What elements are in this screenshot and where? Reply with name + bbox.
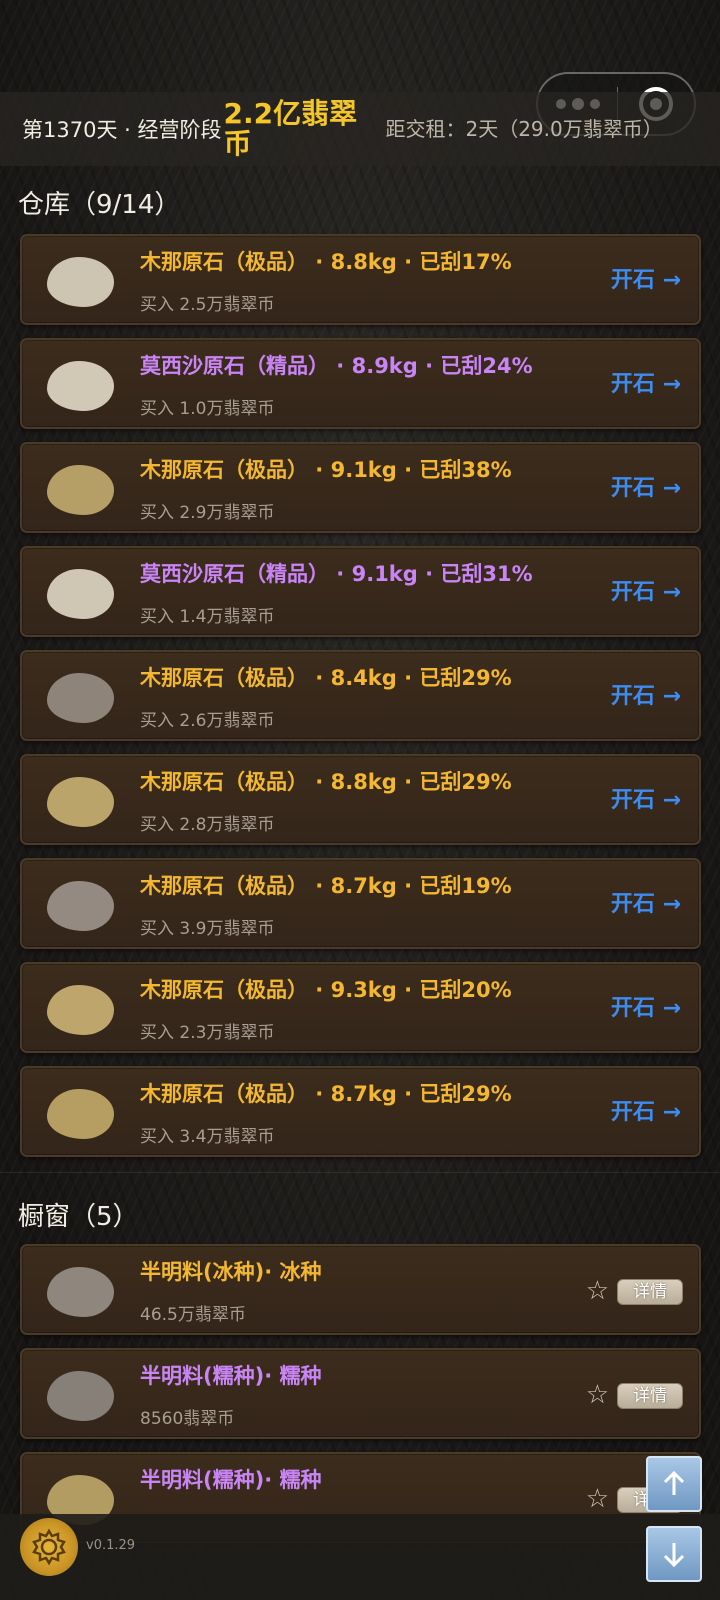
rent-due-label: 距交租：2天（29.0万翡翠币） bbox=[385, 117, 663, 141]
item-price: 买入 3.4万翡翠币 bbox=[140, 1127, 275, 1147]
version-label: v0.1.29 bbox=[86, 1538, 136, 1553]
bottom-bar bbox=[0, 1514, 720, 1600]
arrow-up-icon bbox=[663, 1470, 685, 1495]
item-title: 木那原石（极品） · 8.8kg · 已刮17% bbox=[140, 250, 512, 274]
showcase-title: 橱窗（5） bbox=[18, 1202, 139, 1232]
item-price: 买入 2.3万翡翠币 bbox=[140, 1023, 275, 1043]
stone-icon bbox=[47, 985, 114, 1035]
item-price: 买入 3.9万翡翠币 bbox=[140, 919, 275, 939]
item-title: 木那原石（极品） · 8.7kg · 已刮29% bbox=[140, 1082, 512, 1106]
item-price: 46.5万翡翠币 bbox=[140, 1305, 246, 1325]
warehouse-item-card[interactable]: 木那原石（极品） · 8.8kg · 已刮17% 买入 2.5万翡翠币 开石 → bbox=[20, 234, 701, 325]
stone-icon bbox=[47, 1371, 114, 1421]
star-icon[interactable]: ☆ bbox=[586, 1380, 609, 1410]
stone-icon bbox=[47, 673, 114, 723]
item-price: 8560翡翠币 bbox=[140, 1409, 235, 1429]
stone-icon bbox=[47, 465, 114, 515]
open-stone-button[interactable]: 开石 → bbox=[611, 574, 681, 606]
warehouse-title: 仓库（9/14） bbox=[18, 190, 181, 220]
open-stone-button[interactable]: 开石 → bbox=[611, 990, 681, 1022]
scroll-up-button[interactable] bbox=[646, 1456, 702, 1512]
showcase-item-card[interactable]: 半明料(糯种)· 糯种 8560翡翠币 ☆ 详情 bbox=[20, 1348, 701, 1439]
open-stone-button[interactable]: 开石 → bbox=[611, 782, 681, 814]
item-title: 莫西沙原石（精品） · 9.1kg · 已刮31% bbox=[140, 562, 533, 586]
item-title: 木那原石（极品） · 8.7kg · 已刮19% bbox=[140, 874, 512, 898]
section-divider bbox=[0, 1172, 720, 1173]
item-title: 木那原石（极品） · 9.3kg · 已刮20% bbox=[140, 978, 512, 1002]
warehouse-item-card[interactable]: 木那原石（极品） · 8.8kg · 已刮29% 买入 2.8万翡翠币 开石 → bbox=[20, 754, 701, 845]
item-title: 木那原石（极品） · 8.8kg · 已刮29% bbox=[140, 770, 512, 794]
item-title: 半明料(冰种)· 冰种 bbox=[140, 1260, 322, 1284]
stone-icon bbox=[47, 1089, 114, 1139]
item-title: 木那原石（极品） · 9.1kg · 已刮38% bbox=[140, 458, 512, 482]
day-stage-label: 第1370天 · 经营阶段 bbox=[22, 118, 222, 142]
open-stone-button[interactable]: 开石 → bbox=[611, 886, 681, 918]
item-price: 买入 2.9万翡翠币 bbox=[140, 503, 275, 523]
scroll-down-button[interactable] bbox=[646, 1526, 702, 1582]
open-stone-button[interactable]: 开石 → bbox=[611, 1094, 681, 1126]
open-stone-button[interactable]: 开石 → bbox=[611, 470, 681, 502]
item-title: 莫西沙原石（精品） · 8.9kg · 已刮24% bbox=[140, 354, 533, 378]
detail-button[interactable]: 详情 bbox=[617, 1279, 683, 1305]
money-balance: 2.2亿翡翠币 bbox=[223, 97, 358, 160]
detail-button[interactable]: 详情 bbox=[617, 1383, 683, 1409]
stone-icon bbox=[47, 881, 114, 931]
item-price: 买入 1.4万翡翠币 bbox=[140, 607, 275, 627]
warehouse-item-card[interactable]: 木那原石（极品） · 9.1kg · 已刮38% 买入 2.9万翡翠币 开石 → bbox=[20, 442, 701, 533]
warehouse-item-card[interactable]: 木那原石（极品） · 8.4kg · 已刮29% 买入 2.6万翡翠币 开石 → bbox=[20, 650, 701, 741]
showcase-item-card[interactable]: 半明料(冰种)· 冰种 46.5万翡翠币 ☆ 详情 bbox=[20, 1244, 701, 1335]
item-price: 买入 1.0万翡翠币 bbox=[140, 399, 275, 419]
star-icon[interactable]: ☆ bbox=[586, 1276, 609, 1306]
item-title: 木那原石（极品） · 8.4kg · 已刮29% bbox=[140, 666, 512, 690]
item-price: 买入 2.8万翡翠币 bbox=[140, 815, 275, 835]
open-stone-button[interactable]: 开石 → bbox=[611, 262, 681, 294]
star-icon[interactable]: ☆ bbox=[586, 1484, 609, 1514]
stone-icon bbox=[47, 361, 114, 411]
status-bar: 第1370天 · 经营阶段 2.2亿翡翠币 距交租：2天（29.0万翡翠币） bbox=[0, 92, 720, 166]
warehouse-item-card[interactable]: 木那原石（极品） · 8.7kg · 已刮29% 买入 3.4万翡翠币 开石 → bbox=[20, 1066, 701, 1157]
stone-icon bbox=[47, 777, 114, 827]
gear-icon[interactable] bbox=[20, 1518, 78, 1576]
item-title: 半明料(糯种)· 糯种 bbox=[140, 1468, 322, 1492]
arrow-down-icon bbox=[663, 1543, 685, 1568]
warehouse-item-card[interactable]: 莫西沙原石（精品） · 9.1kg · 已刮31% 买入 1.4万翡翠币 开石 → bbox=[20, 546, 701, 637]
item-price: 买入 2.6万翡翠币 bbox=[140, 711, 275, 731]
item-title: 半明料(糯种)· 糯种 bbox=[140, 1364, 322, 1388]
warehouse-item-card[interactable]: 木那原石（极品） · 9.3kg · 已刮20% 买入 2.3万翡翠币 开石 → bbox=[20, 962, 701, 1053]
stone-icon bbox=[47, 1267, 114, 1317]
warehouse-item-card[interactable]: 莫西沙原石（精品） · 8.9kg · 已刮24% 买入 1.0万翡翠币 开石 → bbox=[20, 338, 701, 429]
stone-icon bbox=[47, 569, 114, 619]
open-stone-button[interactable]: 开石 → bbox=[611, 366, 681, 398]
warehouse-item-card[interactable]: 木那原石（极品） · 8.7kg · 已刮19% 买入 3.9万翡翠币 开石 → bbox=[20, 858, 701, 949]
stone-icon bbox=[47, 257, 114, 307]
open-stone-button[interactable]: 开石 → bbox=[611, 678, 681, 710]
item-price: 买入 2.5万翡翠币 bbox=[140, 295, 275, 315]
